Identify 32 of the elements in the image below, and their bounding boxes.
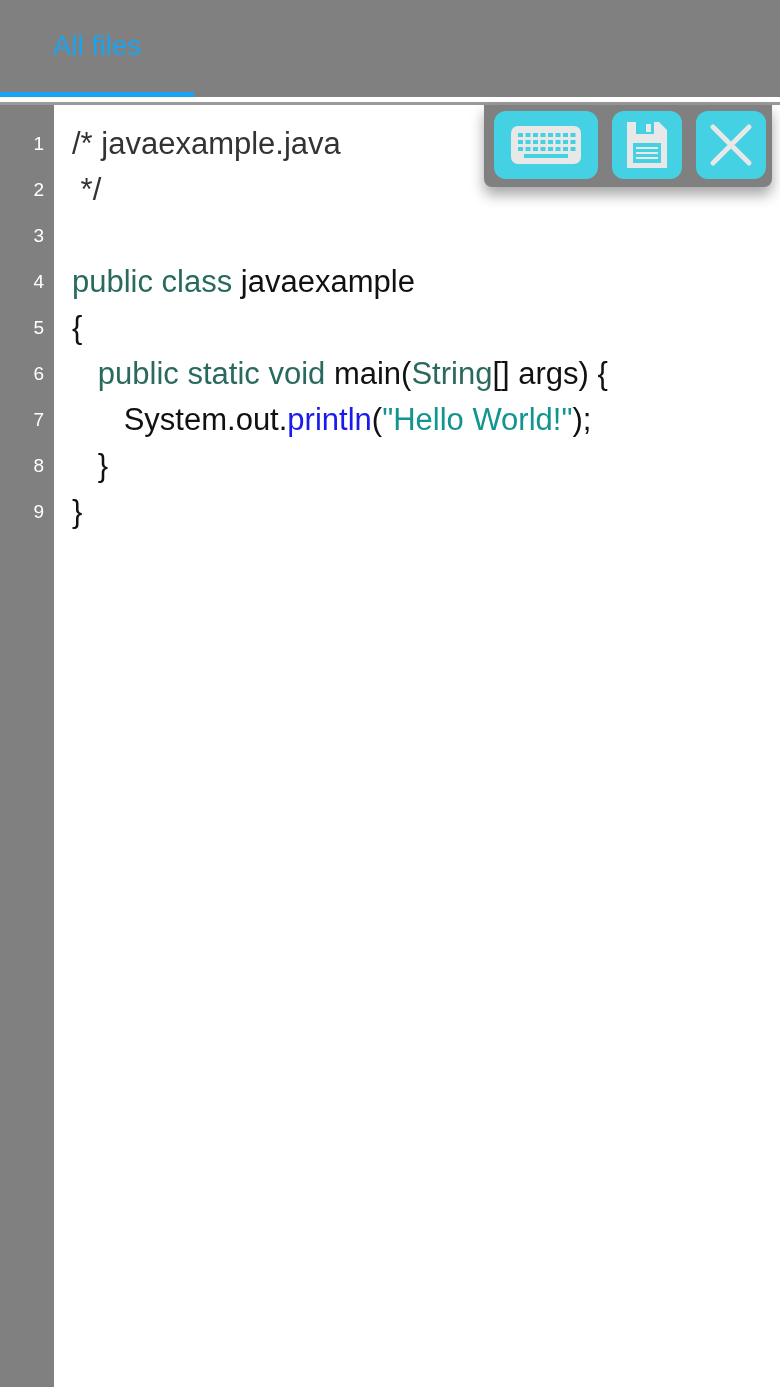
code-token: "Hello World!" [382, 401, 573, 439]
code-token: } [72, 493, 83, 531]
code-token: main( [332, 355, 412, 393]
line-number: 8 [32, 454, 45, 478]
code-token: [] args) { [492, 355, 608, 393]
code-token: javaexample [239, 263, 415, 301]
line-number: 6 [32, 362, 45, 386]
code-token: } [96, 447, 109, 485]
keyboard-icon [510, 125, 582, 165]
close-icon [709, 123, 753, 167]
line-number: 2 [32, 178, 45, 202]
code-token: { [72, 309, 83, 347]
code-token: ); [572, 401, 592, 439]
code-editor[interactable]: /* javaexample.java */ public class javaexample { public static void main(String[] args) { System.out.println("Hello World!"); } } [54, 105, 780, 1387]
code-token: */ [79, 171, 102, 209]
line-number: 3 [32, 224, 45, 248]
line-number: 9 [32, 500, 45, 524]
close-button[interactable] [696, 111, 766, 179]
line-number: 5 [32, 316, 45, 340]
code-token: public static void [96, 355, 326, 393]
code-token: String [411, 355, 493, 393]
code-token: public class [72, 263, 233, 301]
line-number: 1 [32, 132, 45, 156]
save-icon [624, 119, 670, 171]
line-number: 7 [32, 408, 45, 432]
code-token: System.out. [122, 401, 288, 439]
save-button[interactable] [612, 111, 682, 179]
line-number: 4 [32, 270, 45, 294]
code-token: println [287, 401, 372, 439]
code-token: /* javaexample.java [72, 125, 341, 163]
code-token: ( [371, 401, 383, 439]
keyboard-button[interactable] [494, 111, 598, 179]
